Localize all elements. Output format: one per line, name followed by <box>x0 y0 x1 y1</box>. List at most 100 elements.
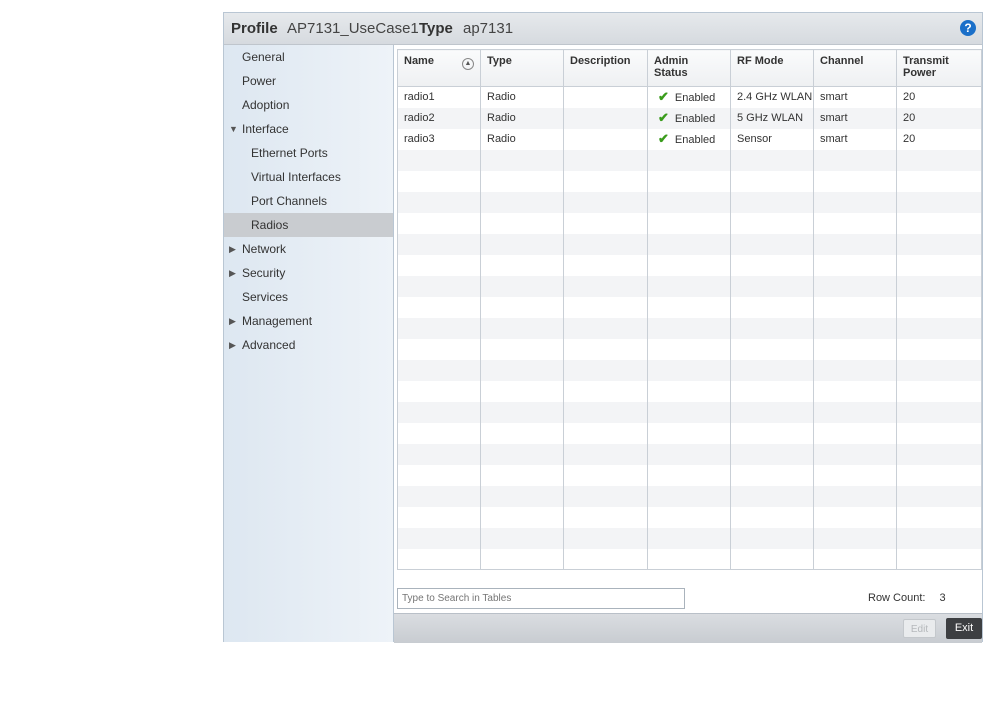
sidebar-item-port-channels[interactable]: Port Channels <box>224 189 393 213</box>
cell-type <box>480 254 564 276</box>
cell-channel: smart <box>813 107 897 129</box>
table-row-empty <box>397 233 982 255</box>
expanded-arrow-icon[interactable]: ▼ <box>229 117 238 141</box>
cell-transmit-power <box>896 485 982 507</box>
table-row-empty <box>397 443 982 465</box>
cell-transmit-power <box>896 422 982 444</box>
cell-channel <box>813 443 897 465</box>
cell-description <box>563 317 648 339</box>
sidebar-item-label: Ethernet Ports <box>251 146 328 160</box>
cell-rf-mode <box>730 296 814 318</box>
cell-channel <box>813 380 897 402</box>
cell-channel <box>813 485 897 507</box>
collapsed-arrow-icon[interactable]: ▶ <box>229 261 236 285</box>
sidebar-item-security[interactable]: ▶ Security <box>224 261 393 285</box>
collapsed-arrow-icon[interactable]: ▶ <box>229 309 236 333</box>
cell-type <box>480 422 564 444</box>
sort-ascending-icon[interactable]: ▲ <box>462 58 474 70</box>
cell-description <box>563 212 648 234</box>
sidebar-item-management[interactable]: ▶ Management <box>224 309 393 333</box>
sidebar-item-advanced[interactable]: ▶ Advanced <box>224 333 393 357</box>
sidebar-item-power[interactable]: Power <box>224 69 393 93</box>
help-icon[interactable]: ? <box>960 20 976 36</box>
sidebar-item-network[interactable]: ▶ Network <box>224 237 393 261</box>
cell-transmit-power <box>896 359 982 381</box>
table-row[interactable]: radio1 Radio ✔ Enabled 2.4 GHz WLAN smart 20 <box>397 86 982 108</box>
cell-name <box>397 464 481 486</box>
sidebar-item-radios[interactable]: Radios <box>224 213 393 237</box>
cell-transmit-power <box>896 338 982 360</box>
cell-channel: smart <box>813 86 897 108</box>
checkmark-icon: ✔ <box>658 110 669 125</box>
row-count-value: 3 <box>939 592 946 604</box>
column-header-transmit-power[interactable]: Transmit Power <box>896 49 982 87</box>
cell-rf-mode <box>730 233 814 255</box>
cell-type <box>480 464 564 486</box>
table-row-empty <box>397 254 982 276</box>
sidebar-item-adoption[interactable]: Adoption <box>224 93 393 117</box>
cell-rf-mode <box>730 212 814 234</box>
table-row-empty <box>397 401 982 423</box>
admin-status-text: Enabled <box>674 134 716 146</box>
cell-description <box>563 107 648 129</box>
profile-window: Profile AP7131_UseCase1 Type ap7131 ? Ge… <box>223 12 983 643</box>
cell-transmit-power: 20 <box>896 107 982 129</box>
column-header-type[interactable]: Type <box>480 49 564 87</box>
cell-admin-status <box>647 212 731 234</box>
type-label: Type <box>419 20 453 37</box>
cell-rf-mode <box>730 275 814 297</box>
collapsed-arrow-icon[interactable]: ▶ <box>229 237 236 261</box>
cell-admin-status <box>647 443 731 465</box>
cell-name <box>397 296 481 318</box>
exit-button[interactable]: Exit <box>946 618 982 639</box>
column-header-channel[interactable]: Channel <box>813 49 897 87</box>
cell-type <box>480 275 564 297</box>
cell-type <box>480 317 564 339</box>
cell-channel <box>813 149 897 171</box>
column-header-description[interactable]: Description <box>563 49 648 87</box>
cell-transmit-power <box>896 170 982 192</box>
cell-rf-mode <box>730 359 814 381</box>
search-input[interactable] <box>397 588 685 609</box>
sidebar-item-general[interactable]: General <box>224 45 393 69</box>
cell-rf-mode <box>730 506 814 528</box>
cell-transmit-power <box>896 191 982 213</box>
cell-type <box>480 212 564 234</box>
cell-transmit-power: 20 <box>896 86 982 108</box>
cell-channel <box>813 422 897 444</box>
cell-channel <box>813 191 897 213</box>
cell-name: radio2 <box>397 107 481 129</box>
cell-description <box>563 380 648 402</box>
sidebar-item-ethernet-ports[interactable]: Ethernet Ports <box>224 141 393 165</box>
cell-admin-status <box>647 548 731 570</box>
table-row[interactable]: radio2 Radio ✔ Enabled 5 GHz WLAN smart 20 <box>397 107 982 129</box>
cell-admin-status <box>647 359 731 381</box>
sidebar-item-virtual-interfaces[interactable]: Virtual Interfaces <box>224 165 393 189</box>
edit-button[interactable]: Edit <box>903 619 936 638</box>
cell-transmit-power <box>896 548 982 570</box>
table-row-empty <box>397 506 982 528</box>
cell-type <box>480 506 564 528</box>
cell-channel <box>813 338 897 360</box>
sidebar-item-services[interactable]: Services <box>224 285 393 309</box>
cell-type <box>480 380 564 402</box>
cell-description <box>563 548 648 570</box>
column-header-rf-mode[interactable]: RF Mode <box>730 49 814 87</box>
sidebar-item-interface[interactable]: ▼ Interface <box>224 117 393 141</box>
cell-name <box>397 422 481 444</box>
collapsed-arrow-icon[interactable]: ▶ <box>229 333 236 357</box>
column-header-admin-status[interactable]: Admin Status <box>647 49 731 87</box>
table-row[interactable]: radio3 Radio ✔ Enabled Sensor smart 20 <box>397 128 982 150</box>
cell-transmit-power <box>896 254 982 276</box>
column-header-name[interactable]: ▲ Name <box>397 49 481 87</box>
cell-type: Radio <box>480 86 564 108</box>
sidebar-item-label: Port Channels <box>251 194 328 208</box>
cell-admin-status <box>647 527 731 549</box>
cell-rf-mode <box>730 422 814 444</box>
table-row-empty <box>397 485 982 507</box>
radios-table-area: ▲ Name Type Description Admin Status RF M… <box>394 45 982 593</box>
cell-transmit-power <box>896 464 982 486</box>
cell-type <box>480 485 564 507</box>
cell-admin-status <box>647 254 731 276</box>
sidebar-item-label: Interface <box>242 122 289 136</box>
